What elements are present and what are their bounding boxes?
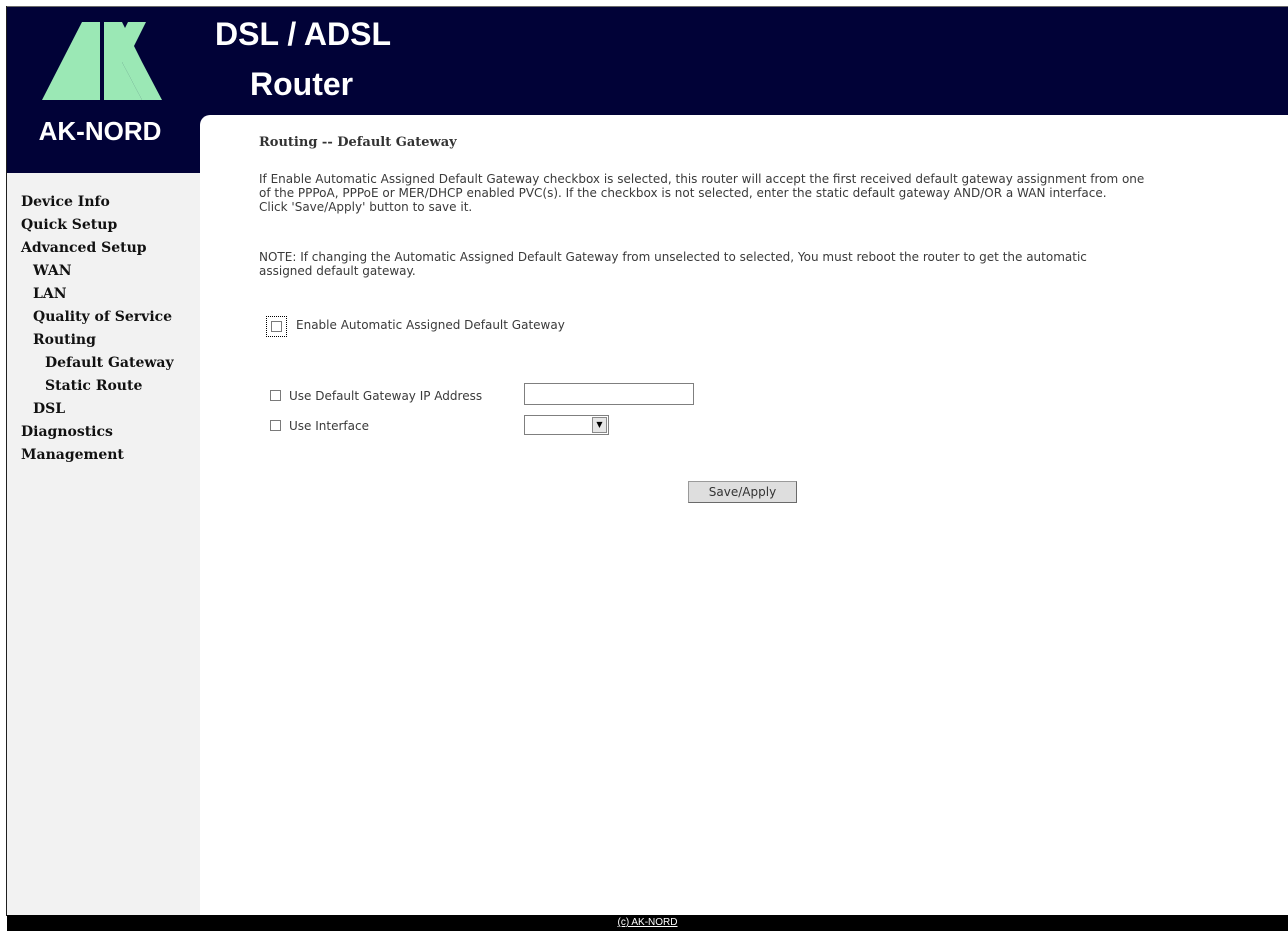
sidebar-item-lan[interactable]: LAN: [33, 286, 67, 302]
description-line-1: If Enable Automatic Assigned Default Gat…: [259, 172, 1145, 186]
router-admin-page: AK-NORD DSL / ADSL Router Device Info Qu…: [0, 0, 1288, 931]
description-line-2: of the PPPoA, PPPoE or MER/DHCP enabled …: [259, 186, 1107, 200]
sidebar-item-device-info[interactable]: Device Info: [21, 194, 110, 210]
use-gateway-ip-label: Use Default Gateway IP Address: [289, 389, 483, 403]
use-gateway-ip-checkbox[interactable]: [270, 390, 281, 401]
sidebar-item-management[interactable]: Management: [21, 447, 124, 463]
note-line-1: NOTE: If changing the Automatic Assigned…: [259, 250, 1087, 264]
page-title-line1: DSL / ADSL: [215, 16, 392, 52]
auto-gateway-label: Enable Automatic Assigned Default Gatewa…: [296, 318, 565, 332]
gateway-ip-input[interactable]: [524, 383, 694, 405]
sidebar-item-quality-of-service[interactable]: Quality of Service: [33, 309, 172, 325]
ak-logo-icon: [42, 22, 162, 100]
page-title-line2: Router: [250, 66, 354, 102]
note-line-2: assigned default gateway.: [259, 264, 416, 278]
main-content: Routing -- Default Gateway If Enable Aut…: [200, 115, 1288, 915]
sidebar-item-routing[interactable]: Routing: [33, 332, 96, 348]
interface-select[interactable]: ▼: [524, 415, 609, 435]
brand-name: AK-NORD: [38, 116, 162, 146]
sidebar-item-quick-setup[interactable]: Quick Setup: [21, 217, 117, 233]
save-apply-button[interactable]: Save/Apply: [688, 481, 797, 503]
sidebar-item-default-gateway[interactable]: Default Gateway: [45, 355, 174, 371]
sidebar: Device Info Quick Setup Advanced Setup W…: [7, 173, 200, 915]
description-line-3: Click 'Save/Apply' button to save it.: [259, 200, 473, 214]
sidebar-item-diagnostics[interactable]: Diagnostics: [21, 424, 113, 440]
sidebar-item-advanced-setup[interactable]: Advanced Setup: [21, 240, 147, 256]
chevron-down-icon[interactable]: ▼: [592, 417, 607, 433]
sidebar-item-wan[interactable]: WAN: [33, 263, 72, 279]
section-heading: Routing -- Default Gateway: [259, 135, 457, 150]
sidebar-item-static-route[interactable]: Static Route: [45, 378, 142, 394]
footer: (c) AK-NORD: [7, 915, 1288, 931]
use-interface-checkbox[interactable]: [270, 420, 281, 431]
copyright-link[interactable]: (c) AK-NORD: [7, 917, 1288, 928]
use-interface-label: Use Interface: [289, 419, 369, 433]
sidebar-item-dsl[interactable]: DSL: [33, 401, 65, 417]
auto-gateway-checkbox[interactable]: [271, 321, 282, 332]
